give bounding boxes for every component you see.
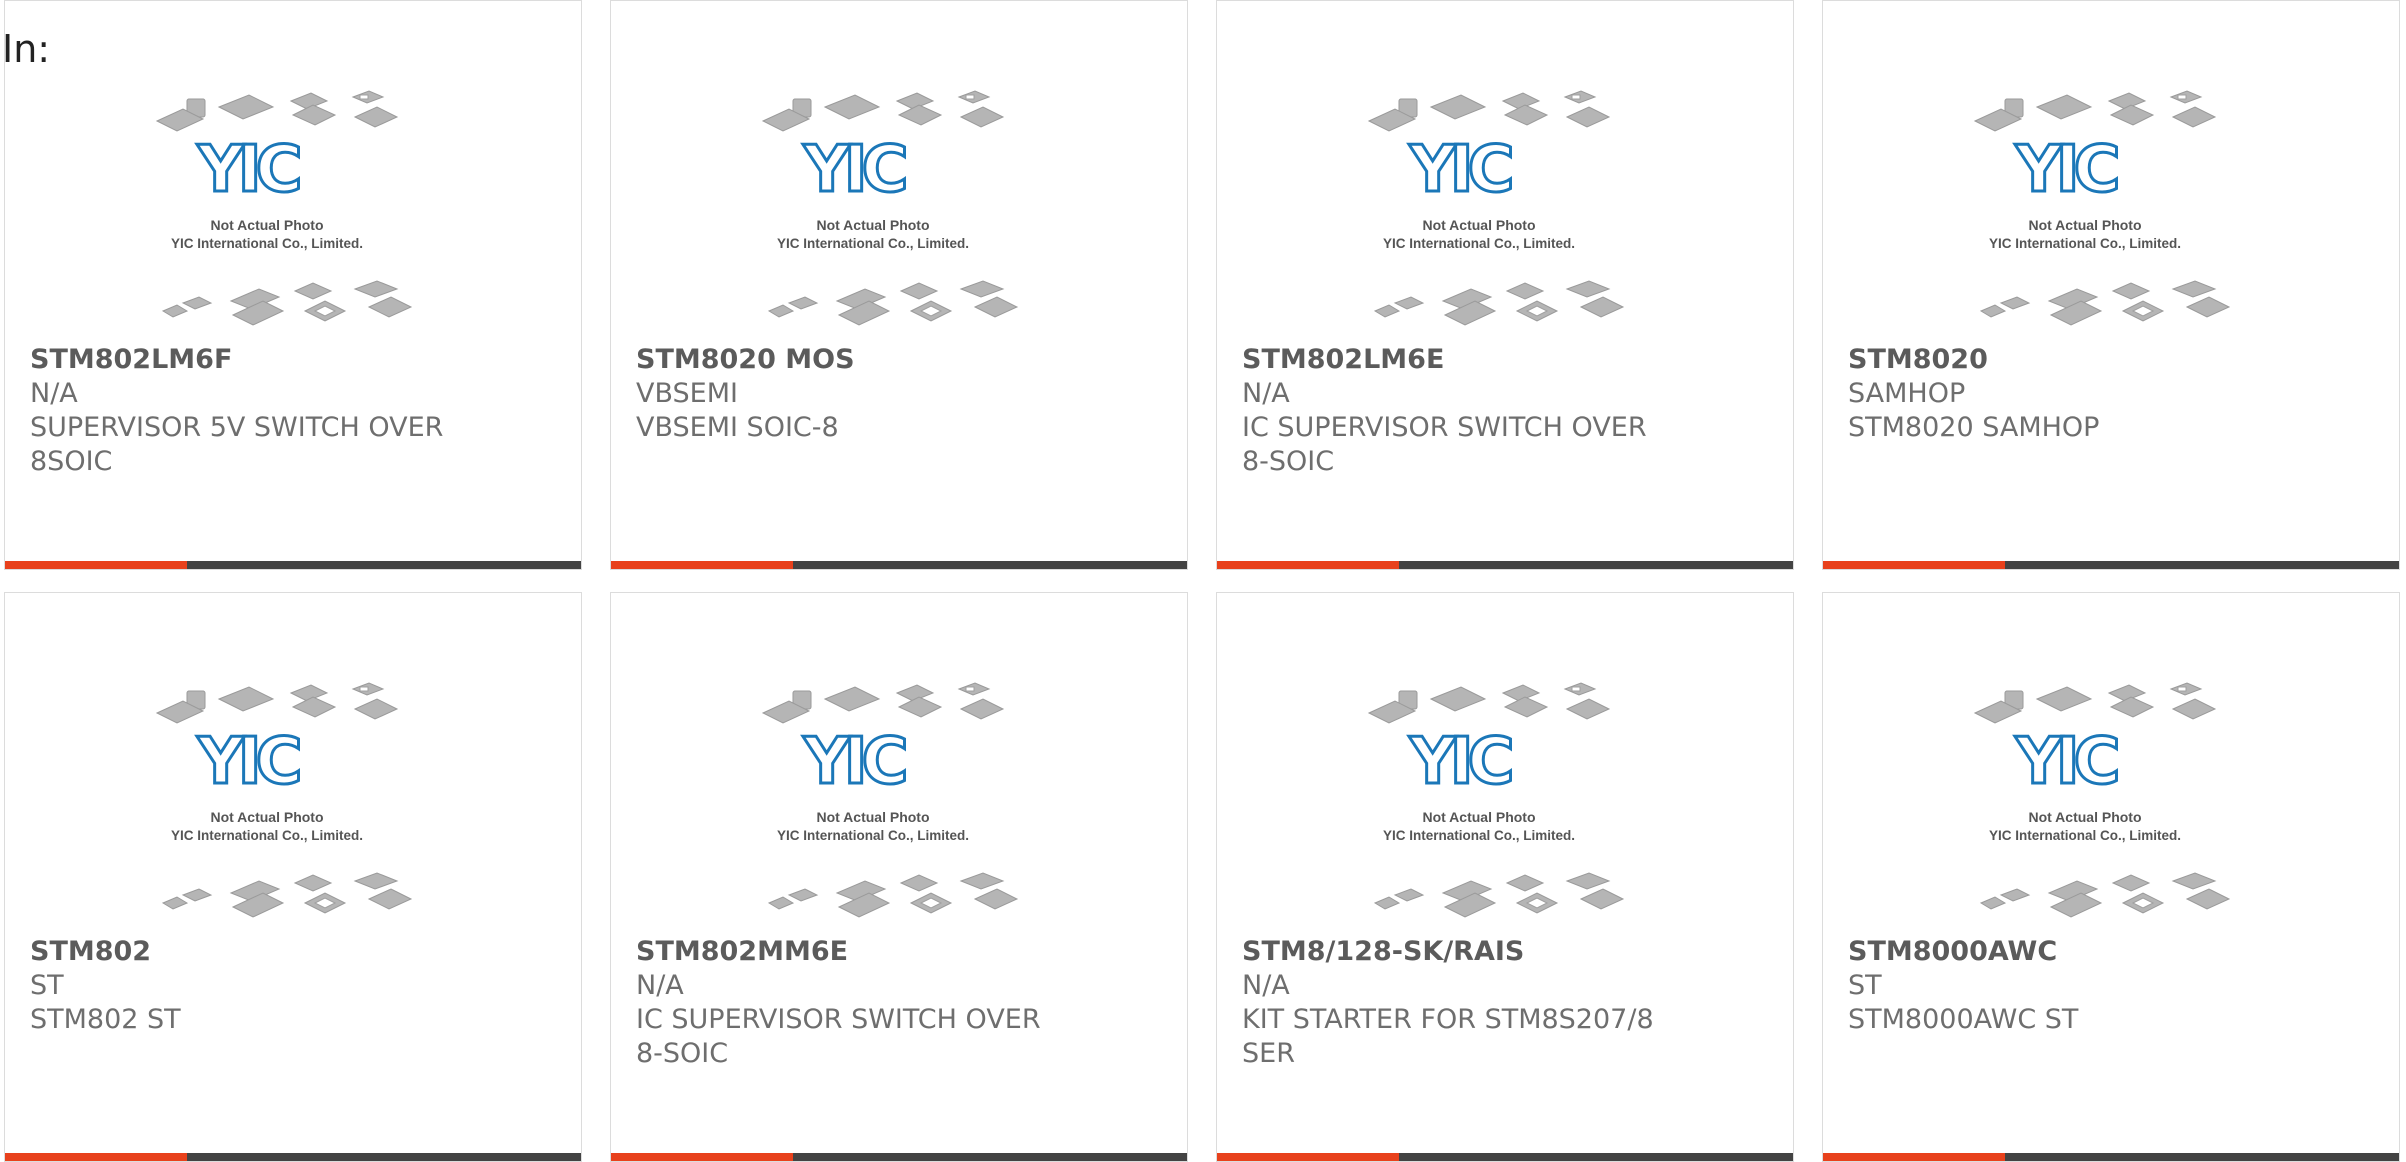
manufacturer: ST (30, 970, 64, 1001)
not-actual-photo-text: Not Actual Photo (2028, 809, 2141, 825)
card-footer-bar (5, 561, 581, 569)
product-info: STM802MM6E N/A IC SUPERVISOR SWITCH OVER… (636, 935, 1167, 1071)
manufacturer: N/A (1242, 970, 1290, 1001)
not-actual-photo-text: Not Actual Photo (816, 809, 929, 825)
company-name-text: YIC International Co., Limited. (1383, 236, 1575, 251)
product-card-3[interactable]: YIC Not Actual Photo YIC International C… (1216, 0, 1794, 570)
product-thumbnail[interactable]: YIC Not Actual Photo YIC International C… (155, 89, 425, 329)
placeholder-image-icon: YIC Not Actual Photo YIC International C… (1973, 90, 2231, 326)
company-name-text: YIC International Co., Limited. (1989, 236, 2181, 251)
product-card-2[interactable]: YIC Not Actual Photo YIC International C… (610, 0, 1188, 570)
manufacturer: VBSEMI (636, 378, 738, 409)
product-description: VBSEMI SOIC-8 (636, 412, 839, 443)
product-info: STM8020 SAMHOP STM8020 SAMHOP (1848, 343, 2379, 445)
placeholder-image-icon: YIC Not Actual Photo YIC International C… (761, 682, 1019, 918)
product-description: STM8000AWC ST (1848, 1004, 2079, 1035)
part-number[interactable]: STM802MM6E (636, 935, 1167, 969)
card-footer-accent (5, 561, 187, 569)
card-footer-bar (611, 1153, 1187, 1161)
product-info: STM8000AWC ST STM8000AWC ST (1848, 935, 2379, 1037)
product-description: STM8020 SAMHOP (1848, 412, 2100, 443)
manufacturer: N/A (1242, 378, 1290, 409)
card-footer-bar (1823, 561, 2399, 569)
product-card-4[interactable]: YIC Not Actual Photo YIC International C… (1822, 0, 2400, 570)
product-thumbnail[interactable]: YIC Not Actual Photo YIC International C… (155, 681, 425, 921)
yic-logo-icon: YIC (2014, 133, 2116, 207)
product-card-8[interactable]: YIC Not Actual Photo YIC International C… (1822, 592, 2400, 1162)
product-description: IC SUPERVISOR SWITCH OVER 8-SOIC (636, 1004, 1041, 1069)
product-thumbnail[interactable]: YIC Not Actual Photo YIC International C… (761, 89, 1031, 329)
placeholder-image-icon: YIC Not Actual Photo YIC International C… (155, 90, 413, 326)
card-footer-accent (1823, 561, 2005, 569)
card-footer-accent (611, 561, 793, 569)
part-number[interactable]: STM8000AWC (1848, 935, 2379, 969)
product-info: STM802 ST STM802 ST (30, 935, 561, 1037)
product-card-6[interactable]: YIC Not Actual Photo YIC International C… (610, 592, 1188, 1162)
manufacturer: N/A (636, 970, 684, 1001)
placeholder-image-icon: YIC Not Actual Photo YIC International C… (761, 90, 1019, 326)
card-footer-bar (611, 561, 1187, 569)
part-number[interactable]: STM8020 MOS (636, 343, 1167, 377)
in-label: In: (2, 27, 51, 71)
not-actual-photo-text: Not Actual Photo (1422, 809, 1535, 825)
product-card-5[interactable]: YIC Not Actual Photo YIC International C… (4, 592, 582, 1162)
company-name-text: YIC International Co., Limited. (1383, 828, 1575, 843)
manufacturer: ST (1848, 970, 1882, 1001)
not-actual-photo-text: Not Actual Photo (210, 809, 323, 825)
card-footer-bar (5, 1153, 581, 1161)
card-footer-accent (5, 1153, 187, 1161)
card-footer-accent (1217, 1153, 1399, 1161)
company-name-text: YIC International Co., Limited. (171, 236, 363, 251)
not-actual-photo-text: Not Actual Photo (2028, 217, 2141, 233)
card-footer-accent (611, 1153, 793, 1161)
product-thumbnail[interactable]: YIC Not Actual Photo YIC International C… (1973, 89, 2243, 329)
product-card-7[interactable]: YIC Not Actual Photo YIC International C… (1216, 592, 1794, 1162)
placeholder-image-icon: YIC Not Actual Photo YIC International C… (1973, 682, 2231, 918)
product-info: STM8020 MOS VBSEMI VBSEMI SOIC-8 (636, 343, 1167, 445)
part-number[interactable]: STM802LM6E (1242, 343, 1773, 377)
product-thumbnail[interactable]: YIC Not Actual Photo YIC International C… (1367, 89, 1637, 329)
product-card-1[interactable]: YIC Not Actual Photo YIC International C… (4, 0, 582, 570)
product-description: IC SUPERVISOR SWITCH OVER 8-SOIC (1242, 412, 1647, 477)
part-number[interactable]: STM8/128-SK/RAIS (1242, 935, 1773, 969)
product-description: KIT STARTER FOR STM8S207/8 SER (1242, 1004, 1654, 1069)
product-thumbnail[interactable]: YIC Not Actual Photo YIC International C… (1367, 681, 1637, 921)
not-actual-photo-text: Not Actual Photo (816, 217, 929, 233)
card-footer-bar (1217, 1153, 1793, 1161)
yic-logo-icon: YIC (2014, 725, 2116, 799)
yic-logo-icon: YIC (802, 133, 904, 207)
part-number[interactable]: STM802LM6F (30, 343, 561, 377)
company-name-text: YIC International Co., Limited. (777, 236, 969, 251)
card-footer-bar (1823, 1153, 2399, 1161)
card-footer-accent (1217, 561, 1399, 569)
placeholder-image-icon: YIC Not Actual Photo YIC International C… (1367, 682, 1625, 918)
yic-logo-icon: YIC (1408, 725, 1510, 799)
not-actual-photo-text: Not Actual Photo (1422, 217, 1535, 233)
company-name-text: YIC International Co., Limited. (777, 828, 969, 843)
product-info: STM8/128-SK/RAIS N/A KIT STARTER FOR STM… (1242, 935, 1773, 1071)
yic-logo-icon: YIC (802, 725, 904, 799)
product-thumbnail[interactable]: YIC Not Actual Photo YIC International C… (1973, 681, 2243, 921)
product-description: SUPERVISOR 5V SWITCH OVER 8SOIC (30, 412, 444, 477)
card-footer-accent (1823, 1153, 2005, 1161)
yic-logo-icon: YIC (1408, 133, 1510, 207)
product-thumbnail[interactable]: YIC Not Actual Photo YIC International C… (761, 681, 1031, 921)
placeholder-image-icon: YIC Not Actual Photo YIC International C… (1367, 90, 1625, 326)
part-number[interactable]: STM8020 (1848, 343, 2379, 377)
company-name-text: YIC International Co., Limited. (1989, 828, 2181, 843)
company-name-text: YIC International Co., Limited. (171, 828, 363, 843)
product-info: STM802LM6E N/A IC SUPERVISOR SWITCH OVER… (1242, 343, 1773, 479)
manufacturer: SAMHOP (1848, 378, 1966, 409)
product-grid: YIC Not Actual Photo YIC International C… (4, 0, 2406, 1162)
not-actual-photo-text: Not Actual Photo (210, 217, 323, 233)
part-number[interactable]: STM802 (30, 935, 561, 969)
yic-logo-icon: YIC (196, 725, 298, 799)
product-info: STM802LM6F N/A SUPERVISOR 5V SWITCH OVER… (30, 343, 561, 479)
placeholder-image-icon: YIC Not Actual Photo YIC International C… (155, 682, 413, 918)
manufacturer: N/A (30, 378, 78, 409)
card-footer-bar (1217, 561, 1793, 569)
product-description: STM802 ST (30, 1004, 181, 1035)
product-grid-page: In: YIC Not Actual Photo YIC Internation… (0, 0, 2406, 1162)
yic-logo-icon: YIC (196, 133, 298, 207)
